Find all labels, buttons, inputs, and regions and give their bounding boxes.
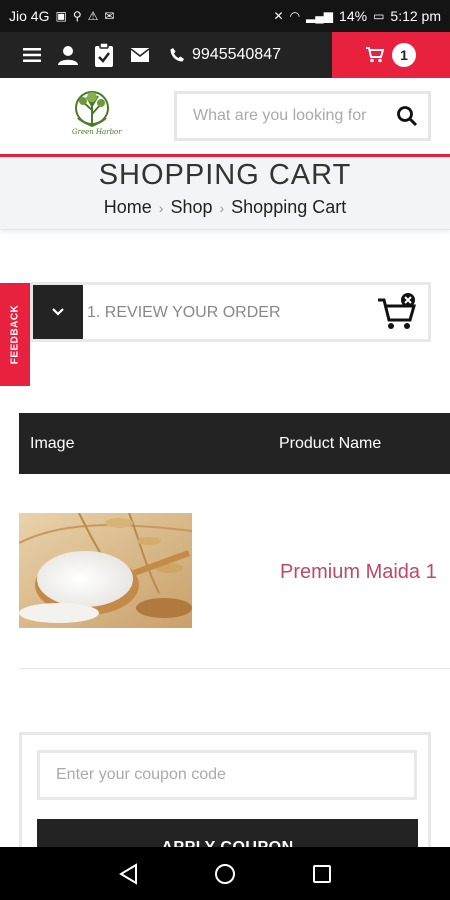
warning-icon: ⚠: [87, 9, 99, 23]
chevron-down-icon: [52, 308, 64, 316]
recent-apps-icon[interactable]: [307, 859, 337, 889]
phone-number: 9945540847: [192, 46, 281, 63]
system-nav-bar: [0, 847, 450, 900]
clipboard-icon[interactable]: [86, 32, 122, 78]
review-order-label: 1. REVIEW YOUR ORDER: [87, 304, 281, 321]
clock: 5:12 pm: [390, 8, 441, 24]
wifi-icon: ◠: [289, 9, 301, 23]
top-bar-left: 9945540847: [0, 32, 332, 78]
cart-remove-icon: [378, 293, 416, 329]
logo-text: Green Harbor: [72, 128, 122, 136]
row-divider: [19, 668, 450, 669]
volte-icon: ▣: [55, 9, 67, 23]
breadcrumb-home[interactable]: Home: [104, 197, 152, 218]
usb-icon: ⚲: [72, 9, 82, 23]
back-icon[interactable]: [113, 859, 143, 889]
site-header: Green Harbor: [0, 78, 450, 154]
page-heading: SHOPPING CART Home › Shop › Shopping Car…: [0, 157, 450, 230]
phone-icon: [170, 48, 184, 62]
coupon-panel: APPLY COUPON: [19, 732, 431, 862]
battery-percent: 14%: [339, 8, 368, 24]
breadcrumb-shop[interactable]: Shop: [170, 197, 212, 218]
search-box: [174, 91, 431, 141]
cart-count-badge: 1: [392, 43, 416, 67]
carrier-text: Jio 4G: [9, 8, 50, 24]
status-bar: Jio 4G ▣ ⚲ ⚠ ✉ ✕ ◠ ▂▄▆ 14% ▭ 5:12 pm: [0, 0, 450, 32]
review-toggle-button[interactable]: [33, 285, 83, 339]
mute-icon: ✕: [273, 9, 284, 23]
envelope-icon[interactable]: [122, 32, 158, 78]
status-right: ✕ ◠ ▂▄▆ 14% ▭ 5:12 pm: [274, 8, 441, 24]
column-header-product-name: Product Name: [279, 435, 382, 452]
product-image[interactable]: [19, 513, 192, 628]
cart-table-header: Image Product Name: [19, 413, 450, 474]
signal-icon: ▂▄▆: [306, 9, 334, 23]
feedback-label: FEEDBACK: [9, 304, 21, 365]
coupon-code-input[interactable]: [37, 750, 417, 800]
search-icon[interactable]: [396, 105, 418, 127]
breadcrumb: Home › Shop › Shopping Cart: [0, 197, 450, 218]
mail-icon: ✉: [104, 9, 115, 23]
breadcrumb-current: Shopping Cart: [231, 197, 347, 217]
menu-icon[interactable]: [14, 32, 50, 78]
search-input[interactable]: [193, 107, 383, 125]
home-icon[interactable]: [210, 859, 240, 889]
chevron-right-icon: ›: [158, 199, 164, 216]
review-order-panel[interactable]: 1. REVIEW YOUR ORDER: [30, 282, 431, 342]
user-icon[interactable]: [50, 32, 86, 78]
cart-button[interactable]: 1: [332, 32, 450, 78]
cart-icon: [366, 47, 384, 63]
column-header-image: Image: [30, 435, 75, 452]
feedback-tab[interactable]: FEEDBACK: [0, 283, 30, 386]
page-title: SHOPPING CART: [98, 159, 352, 191]
battery-icon: ▭: [373, 9, 385, 23]
product-name-link[interactable]: Premium Maida 1: [280, 561, 437, 584]
status-left: Jio 4G ▣ ⚲ ⚠ ✉: [9, 8, 114, 24]
top-bar: 9945540847 1: [0, 32, 450, 78]
chevron-right-icon: ›: [219, 199, 225, 216]
phone-link[interactable]: 9945540847: [170, 46, 281, 64]
